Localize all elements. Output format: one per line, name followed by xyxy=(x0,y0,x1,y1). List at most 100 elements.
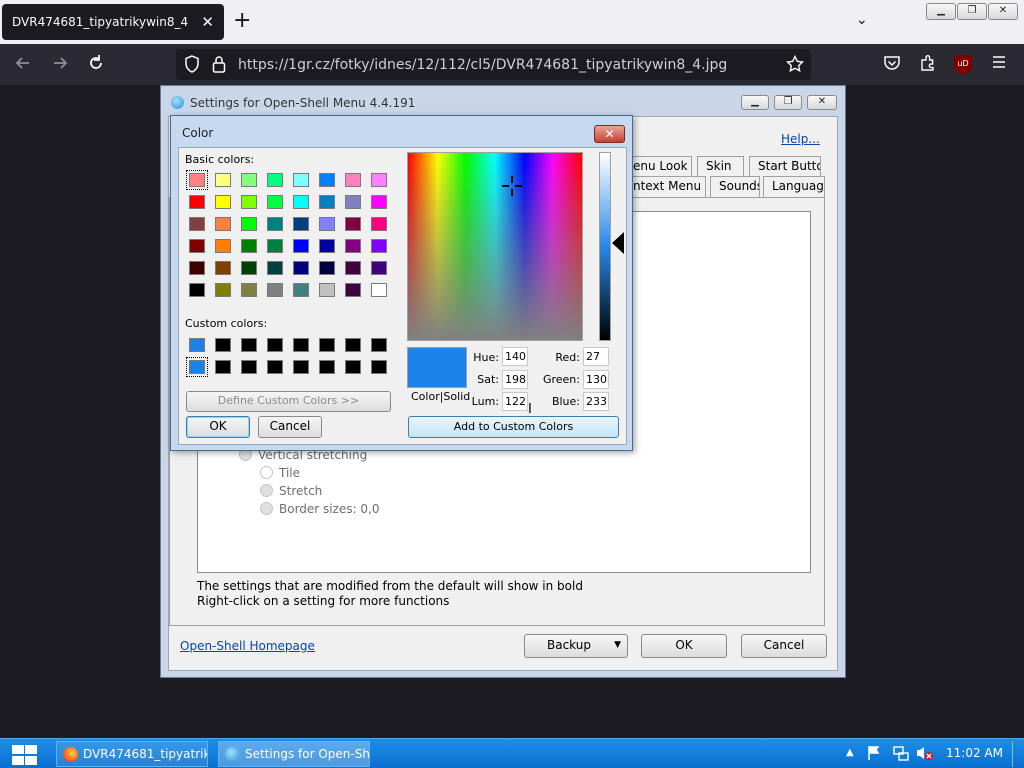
forward-icon[interactable] xyxy=(51,54,69,77)
basic-color-swatch[interactable] xyxy=(293,261,309,275)
lum-input[interactable]: 122 xyxy=(502,392,528,411)
settings-maximize-button[interactable]: ❐ xyxy=(774,95,802,110)
basic-color-swatch[interactable] xyxy=(371,195,387,209)
basic-color-swatch[interactable] xyxy=(371,239,387,253)
basic-color-swatch[interactable] xyxy=(371,283,387,297)
basic-color-swatch[interactable] xyxy=(267,239,283,253)
basic-color-swatch[interactable] xyxy=(241,283,257,297)
tree-item-tile[interactable]: Tile xyxy=(260,466,300,480)
color-spectrum[interactable] xyxy=(407,152,583,341)
basic-color-swatch[interactable] xyxy=(215,261,231,275)
network-icon[interactable] xyxy=(893,745,909,764)
red-input[interactable]: 27 xyxy=(583,347,609,366)
sat-input[interactable]: 198 xyxy=(502,370,528,389)
settings-ok-button[interactable]: OK xyxy=(641,634,727,658)
url-bar[interactable]: https://1gr.cz/fotky/idnes/12/112/cl5/DV… xyxy=(176,49,811,80)
bookmark-star-icon[interactable] xyxy=(785,54,805,78)
hue-input[interactable]: 140 xyxy=(502,347,528,366)
custom-color-swatch[interactable] xyxy=(345,360,361,374)
luminance-slider[interactable] xyxy=(599,152,611,341)
tab-sounds[interactable]: Sounds xyxy=(710,176,760,197)
basic-color-swatch[interactable] xyxy=(189,195,205,209)
lock-icon[interactable] xyxy=(212,55,226,78)
show-hidden-icons[interactable]: ▲ xyxy=(846,747,854,758)
custom-color-swatch[interactable] xyxy=(319,338,335,352)
basic-color-swatch[interactable] xyxy=(241,217,257,231)
basic-color-swatch[interactable] xyxy=(189,239,205,253)
settings-titlebar[interactable]: Settings for Open-Shell Menu 4.4.191 ▁ ❐… xyxy=(161,86,845,116)
basic-color-swatch[interactable] xyxy=(345,239,361,253)
basic-color-swatch[interactable] xyxy=(267,173,283,187)
basic-color-swatch[interactable] xyxy=(345,217,361,231)
basic-color-swatch[interactable] xyxy=(319,173,335,187)
basic-color-swatch[interactable] xyxy=(241,195,257,209)
tree-item-border-sizes[interactable]: Border sizes: 0,0 xyxy=(260,502,380,516)
clock[interactable]: 11:02 AM xyxy=(946,746,1003,760)
menu-icon[interactable] xyxy=(991,54,1007,75)
basic-color-swatch[interactable] xyxy=(186,170,208,190)
basic-color-swatch[interactable] xyxy=(293,239,309,253)
tab-skin[interactable]: Skin xyxy=(697,156,744,177)
basic-color-swatch[interactable] xyxy=(241,261,257,275)
basic-color-swatch[interactable] xyxy=(189,283,205,297)
basic-color-swatch[interactable] xyxy=(345,283,361,297)
define-custom-colors-button[interactable]: Define Custom Colors >> xyxy=(186,391,391,412)
show-desktop-button[interactable] xyxy=(1012,741,1022,767)
basic-color-swatch[interactable] xyxy=(215,195,231,209)
custom-color-swatch[interactable] xyxy=(186,357,208,377)
tab-menu-look[interactable]: enu Look xyxy=(624,156,692,177)
custom-color-swatch[interactable] xyxy=(215,338,231,352)
basic-color-swatch[interactable] xyxy=(267,217,283,231)
extensions-icon[interactable] xyxy=(919,54,937,77)
settings-minimize-button[interactable]: ▁ xyxy=(741,95,769,110)
basic-color-swatch[interactable] xyxy=(319,261,335,275)
basic-color-swatch[interactable] xyxy=(189,217,205,231)
custom-color-swatch[interactable] xyxy=(241,360,257,374)
add-to-custom-colors-button[interactable]: Add to Custom Colors xyxy=(408,416,619,438)
volume-muted-icon[interactable] xyxy=(916,745,934,764)
basic-color-swatch[interactable] xyxy=(293,173,309,187)
basic-color-swatch[interactable] xyxy=(215,217,231,231)
basic-color-swatch[interactable] xyxy=(267,283,283,297)
custom-color-swatch[interactable] xyxy=(241,338,257,352)
back-icon[interactable] xyxy=(14,54,32,77)
basic-color-swatch[interactable] xyxy=(215,173,231,187)
custom-color-swatch[interactable] xyxy=(267,338,283,352)
custom-color-swatch[interactable] xyxy=(345,338,361,352)
custom-color-swatch[interactable] xyxy=(189,338,205,352)
custom-color-swatch[interactable] xyxy=(215,360,231,374)
basic-color-swatch[interactable] xyxy=(293,217,309,231)
basic-color-swatch[interactable] xyxy=(215,283,231,297)
tab-context-menu[interactable]: ntext Menu xyxy=(624,176,706,197)
custom-color-swatch[interactable] xyxy=(267,360,283,374)
taskbar-item-open-shell-settings[interactable]: Settings for Open-Sh... xyxy=(218,741,370,767)
close-window-button[interactable]: ✕ xyxy=(988,3,1018,20)
taskbar-item-firefox[interactable]: DVR474681_tipyatrik... xyxy=(56,741,208,767)
restore-button[interactable]: ❐ xyxy=(957,3,987,20)
tab-language[interactable]: Language xyxy=(763,176,825,197)
backup-button[interactable]: Backup ▼ xyxy=(524,634,628,658)
color-cancel-button[interactable]: Cancel xyxy=(258,416,322,438)
basic-color-swatch[interactable] xyxy=(293,283,309,297)
custom-color-swatch[interactable] xyxy=(319,360,335,374)
reload-icon[interactable] xyxy=(87,54,105,77)
color-ok-button[interactable]: OK xyxy=(186,416,250,438)
open-shell-homepage-link[interactable]: Open-Shell Homepage xyxy=(180,639,315,653)
shield-icon[interactable] xyxy=(184,55,200,78)
tree-item-stretch[interactable]: Stretch xyxy=(260,484,322,498)
basic-color-swatch[interactable] xyxy=(345,261,361,275)
tab-close-icon[interactable]: ✕ xyxy=(201,13,214,31)
custom-color-swatch[interactable] xyxy=(371,360,387,374)
ublock-icon[interactable]: uD xyxy=(954,55,972,74)
basic-color-swatch[interactable] xyxy=(267,195,283,209)
basic-color-swatch[interactable] xyxy=(189,261,205,275)
basic-color-swatch[interactable] xyxy=(319,217,335,231)
basic-color-swatch[interactable] xyxy=(371,261,387,275)
custom-color-swatch[interactable] xyxy=(371,338,387,352)
help-link[interactable]: Help... xyxy=(781,132,820,146)
list-all-tabs-icon[interactable]: ⌄ xyxy=(856,12,868,28)
basic-color-swatch[interactable] xyxy=(371,173,387,187)
settings-close-button[interactable]: ✕ xyxy=(807,95,837,110)
green-input[interactable]: 130 xyxy=(583,370,609,389)
minimize-button[interactable]: ▁ xyxy=(926,3,956,20)
